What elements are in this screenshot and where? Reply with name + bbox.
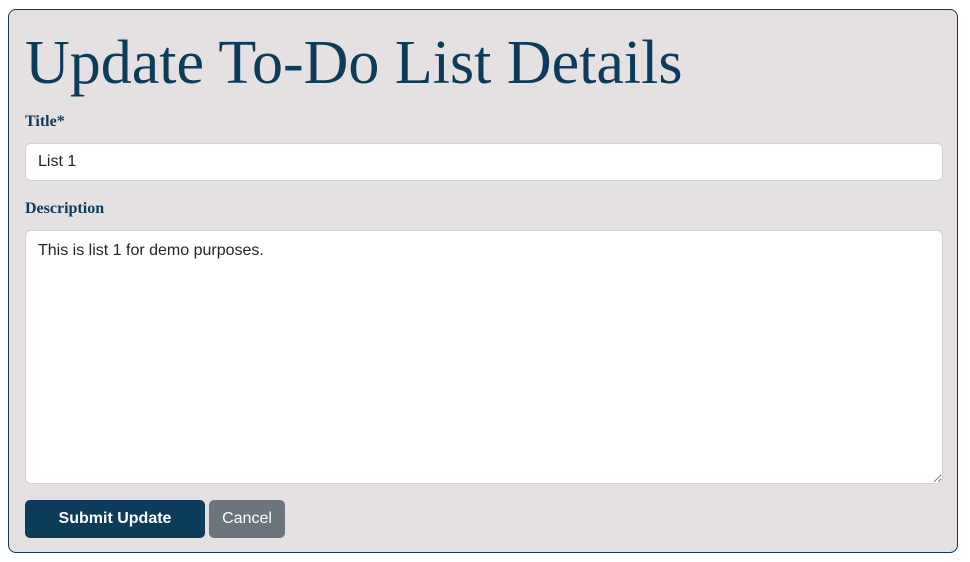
title-label: Title* [25, 113, 65, 130]
description-label: Description [25, 200, 105, 217]
title-input[interactable] [25, 143, 943, 181]
page-title: Update To-Do List Details [25, 29, 683, 97]
description-textarea[interactable]: This is list 1 for demo purposes. [25, 230, 943, 484]
submit-update-button[interactable]: Submit Update [25, 500, 205, 538]
update-list-card: Update To-Do List Details Title* Descrip… [8, 9, 958, 553]
cancel-button[interactable]: Cancel [209, 500, 285, 538]
